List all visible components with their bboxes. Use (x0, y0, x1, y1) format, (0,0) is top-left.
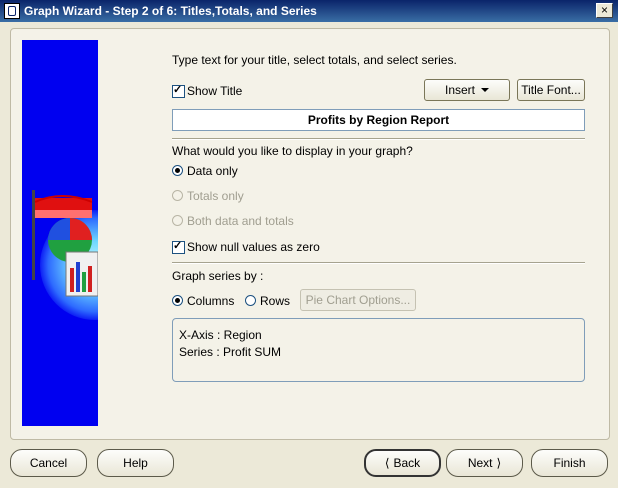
rows-radio[interactable] (245, 295, 256, 306)
instructions-text: Type text for your title, select totals,… (172, 53, 457, 67)
show-title-checkbox[interactable] (172, 83, 185, 98)
graph-illustration-icon (32, 190, 98, 297)
pie-chart-options-button[interactable]: Pie Chart Options... (300, 289, 416, 311)
series-summary-box: X-Axis : Region Series : Profit SUM (172, 318, 585, 382)
finish-button[interactable]: Finish (531, 449, 608, 477)
totals-only-radio[interactable] (172, 190, 183, 201)
both-data-totals-radio[interactable] (172, 215, 183, 226)
chevron-right-icon: ⟩ (496, 456, 502, 470)
divider (172, 138, 585, 140)
window-title: Graph Wizard - Step 2 of 6: Titles,Total… (24, 4, 317, 18)
data-only-label: Data only (187, 164, 238, 178)
show-title-label: Show Title (187, 84, 243, 98)
title-font-button[interactable]: Title Font... (517, 79, 585, 101)
app-icon (4, 3, 20, 19)
help-button[interactable]: Help (97, 449, 174, 477)
display-question: What would you like to display in your g… (172, 144, 413, 158)
cancel-button[interactable]: Cancel (10, 449, 87, 477)
title-input[interactable]: Profits by Region Report (172, 109, 585, 131)
both-data-totals-label: Both data and totals (187, 214, 294, 228)
series-summary: Series : Profit SUM (179, 345, 282, 359)
back-label: Back (393, 456, 421, 470)
null-zero-label: Show null values as zero (187, 240, 320, 254)
totals-only-label: Totals only (187, 189, 244, 203)
null-zero-checkbox[interactable] (172, 239, 185, 254)
columns-label: Columns (187, 294, 235, 308)
chevron-left-icon: ⟨ (384, 456, 390, 470)
x-axis-summary: X-Axis : Region (179, 328, 262, 342)
columns-radio[interactable] (172, 295, 183, 306)
rows-label: Rows (260, 294, 291, 308)
close-button[interactable]: × (596, 3, 613, 18)
insert-dropdown-button[interactable]: Insert (424, 79, 510, 101)
insert-label: Insert (444, 83, 475, 97)
title-bar: Graph Wizard - Step 2 of 6: Titles,Total… (0, 0, 618, 22)
back-button[interactable]: ⟨ Back (364, 449, 441, 477)
series-label: Graph series by : (172, 269, 264, 283)
divider (172, 262, 585, 264)
chevron-down-icon (481, 88, 489, 92)
data-only-radio[interactable] (172, 165, 183, 176)
wizard-sidebar-graphic (22, 40, 98, 426)
next-label: Next (467, 456, 493, 470)
next-button[interactable]: Next ⟩ (446, 449, 523, 477)
